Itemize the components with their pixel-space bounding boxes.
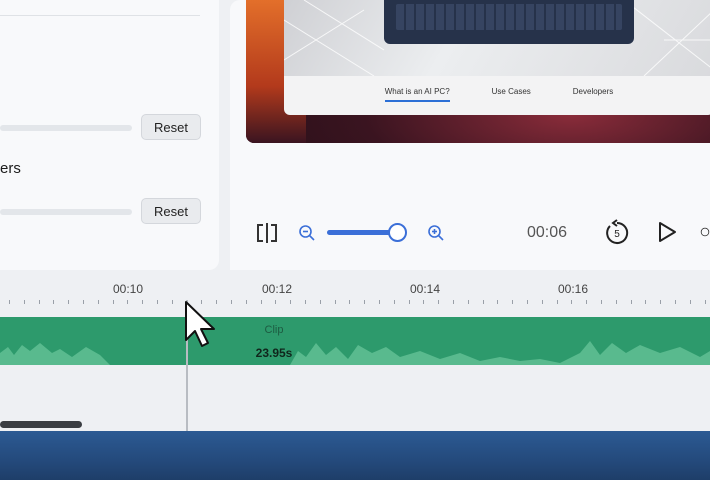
mouse-cursor-icon xyxy=(185,301,215,347)
ruler-tick xyxy=(97,300,99,304)
ruler-tick xyxy=(260,300,262,304)
website-screenshot: What is an AI PC? Use Cases Developers xyxy=(284,0,710,115)
ruler-tick xyxy=(334,300,336,304)
ruler-tick xyxy=(349,300,351,304)
ruler-tick xyxy=(482,300,484,304)
clip-duration: 23.95s xyxy=(255,346,293,360)
zoom-out-icon[interactable] xyxy=(297,220,317,246)
ruler-tick xyxy=(586,300,588,304)
ruler-tick xyxy=(127,300,129,304)
ruler-tick xyxy=(157,300,158,304)
clip-label: Clip xyxy=(264,324,284,336)
ruler-tick xyxy=(512,300,514,304)
rewind-seconds-label: 5 xyxy=(614,229,620,240)
setting-label: ers xyxy=(0,160,21,177)
ruler-label: 00:16 xyxy=(557,282,589,296)
reset-button-1[interactable]: Reset xyxy=(141,114,201,140)
setting-slider-1[interactable] xyxy=(0,125,132,131)
ruler-label: 00:14 xyxy=(409,282,441,296)
ruler-tick xyxy=(615,300,617,304)
ruler-label: 00:10 xyxy=(112,282,144,296)
ruler-tick xyxy=(305,300,306,304)
ruler-tick xyxy=(438,300,440,304)
laptop-image xyxy=(384,0,634,44)
ruler-tick xyxy=(408,300,410,304)
ruler-tick xyxy=(319,300,321,304)
play-icon[interactable] xyxy=(654,218,680,246)
ruler-tick xyxy=(601,300,602,304)
ruler-tick xyxy=(290,300,292,304)
ruler-tick xyxy=(9,300,10,304)
ruler-tick xyxy=(689,300,691,304)
ruler-label: 00:12 xyxy=(261,282,293,296)
ruler-tick xyxy=(660,300,662,304)
video-track[interactable] xyxy=(0,431,710,480)
zoom-in-icon[interactable] xyxy=(426,220,446,246)
ruler-tick xyxy=(527,300,528,304)
ruler-tick xyxy=(423,300,425,304)
ruler-tick xyxy=(497,300,499,304)
ruler-tick xyxy=(393,300,395,304)
rewind-5-icon[interactable]: 5 xyxy=(603,218,631,246)
ruler-tick xyxy=(364,300,366,304)
website-tab-developers: Developers xyxy=(572,86,614,96)
ruler-tick xyxy=(541,300,543,304)
ruler-tick xyxy=(171,300,173,304)
website-tab-use-cases: Use Cases xyxy=(491,86,531,96)
timeline-ruler[interactable]: 00:10 00:12 00:14 00:16 xyxy=(0,278,710,310)
ruler-tick xyxy=(245,300,247,304)
ruler-tick xyxy=(704,300,706,304)
ruler-tick xyxy=(453,300,454,304)
ruler-tick xyxy=(23,300,25,304)
ruler-tick xyxy=(231,300,232,304)
ruler-tick xyxy=(112,300,114,304)
left-settings-panel: Reset ers Reset xyxy=(0,0,219,270)
forward-icon[interactable] xyxy=(700,218,710,246)
ruler-tick xyxy=(571,300,573,304)
divider xyxy=(0,15,200,16)
ruler-tick xyxy=(53,300,55,304)
zoom-slider-thumb[interactable] xyxy=(388,223,407,242)
ruler-tick xyxy=(645,300,647,304)
ruler-tick xyxy=(556,300,558,304)
horizontal-scrollbar[interactable] xyxy=(0,421,82,428)
ruler-tick xyxy=(83,300,84,304)
ruler-tick xyxy=(630,300,632,304)
current-time: 00:06 xyxy=(527,224,568,241)
website-tab-ai-pc: What is an AI PC? xyxy=(384,87,450,102)
zoom-slider-fill xyxy=(327,230,393,235)
website-hero xyxy=(284,0,710,76)
ruler-tick xyxy=(68,300,70,304)
website-tab-bar: What is an AI PC? Use Cases Developers xyxy=(284,76,710,106)
audio-clip[interactable]: Clip 23.95s xyxy=(0,317,710,365)
ruler-tick xyxy=(142,300,144,304)
video-preview[interactable]: What is an AI PC? Use Cases Developers xyxy=(246,0,710,143)
waveform xyxy=(0,341,710,365)
ruler-tick xyxy=(275,300,277,304)
reset-button-2[interactable]: Reset xyxy=(141,198,201,224)
ruler-tick xyxy=(38,300,40,304)
split-icon[interactable] xyxy=(253,220,281,246)
ruler-tick xyxy=(675,300,676,304)
setting-slider-2[interactable] xyxy=(0,209,132,215)
ruler-tick xyxy=(379,300,380,304)
ruler-tick xyxy=(467,300,469,304)
empty-track[interactable] xyxy=(0,365,710,431)
